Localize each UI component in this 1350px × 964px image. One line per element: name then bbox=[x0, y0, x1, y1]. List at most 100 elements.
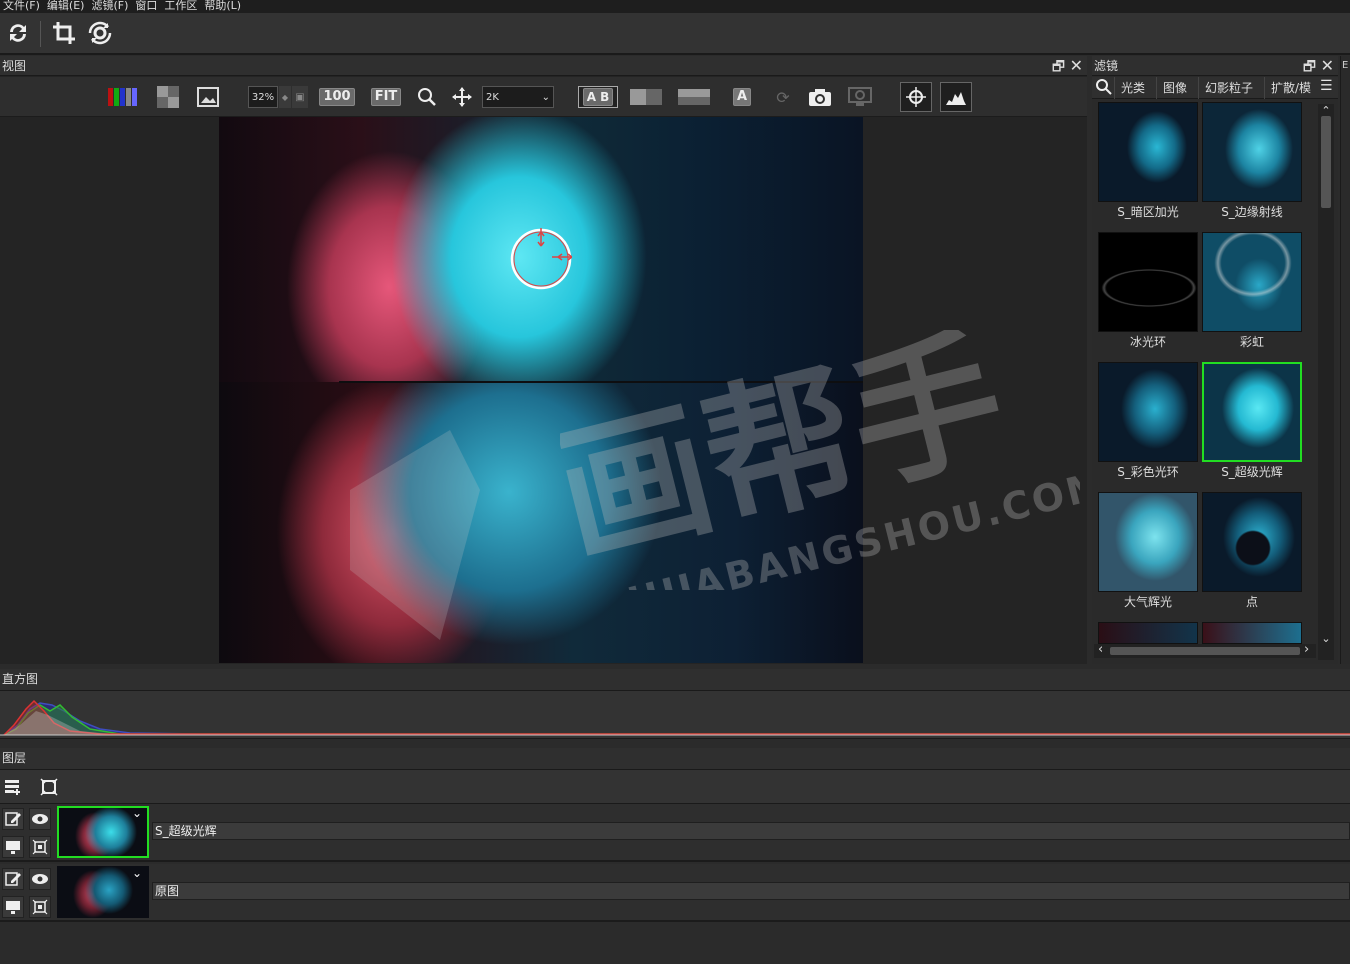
zoom-fit-small-icon[interactable]: ▣ bbox=[292, 86, 308, 108]
filter-label-2: S_边缘射线 bbox=[1221, 205, 1283, 219]
chevron-down-icon[interactable]: ⌄ bbox=[132, 806, 142, 820]
eye-icon[interactable] bbox=[29, 808, 51, 830]
add-layer-icon[interactable] bbox=[4, 778, 22, 800]
chevron-down-icon[interactable]: ⌄ bbox=[132, 866, 142, 880]
filter-thumb-1[interactable] bbox=[1098, 102, 1198, 202]
edit-layer-icon[interactable] bbox=[2, 868, 24, 890]
filter-thumb-4[interactable] bbox=[1202, 232, 1302, 332]
layers-header: 图层 bbox=[0, 748, 1350, 770]
tab-particles[interactable]: 幻影粒子 bbox=[1198, 77, 1264, 99]
tab-diffuse[interactable]: 扩散/模 bbox=[1264, 77, 1318, 99]
eye-icon[interactable] bbox=[29, 868, 51, 890]
zoom-fit-label: FIT bbox=[370, 88, 402, 106]
target-tool-button[interactable] bbox=[900, 82, 932, 112]
menu-help[interactable]: 帮助(L) bbox=[204, 0, 241, 12]
restore-window-icon[interactable]: 🗗 bbox=[1052, 57, 1065, 77]
filter-vertical-scrollbar[interactable]: ⌃ ⌄ bbox=[1318, 104, 1334, 660]
zoom-100-button[interactable]: 100 bbox=[319, 86, 355, 108]
zoom-fit-button[interactable]: FIT bbox=[370, 86, 402, 108]
effect-position-handle[interactable] bbox=[510, 228, 572, 290]
menu-window[interactable]: 窗口 bbox=[135, 0, 157, 12]
crop-icon[interactable] bbox=[50, 19, 78, 47]
histogram-title: 直方图 bbox=[2, 672, 39, 686]
close-icon[interactable]: ✕ bbox=[1070, 56, 1083, 76]
ab-compare-button[interactable]: A B bbox=[578, 86, 618, 108]
filter-label-7: 大气辉光 bbox=[1123, 595, 1172, 609]
image-icon[interactable] bbox=[196, 86, 220, 108]
histogram-graph bbox=[0, 699, 1350, 736]
menu-file[interactable]: 文件(F) bbox=[3, 0, 40, 12]
channels-icon[interactable] bbox=[108, 86, 138, 108]
search-icon[interactable] bbox=[1096, 79, 1112, 98]
filter-thumb-8[interactable] bbox=[1202, 492, 1302, 592]
close-icon[interactable]: ✕ bbox=[1321, 56, 1334, 76]
pan-icon[interactable] bbox=[450, 86, 474, 108]
filter-thumb-6-selected[interactable] bbox=[1202, 362, 1302, 462]
mask-icon[interactable] bbox=[29, 896, 51, 918]
split-vertical-icon[interactable] bbox=[630, 86, 662, 108]
zoom-input[interactable]: 32% bbox=[248, 86, 278, 108]
filter-label-3: 冰光环 bbox=[1129, 335, 1166, 349]
split-divider[interactable] bbox=[339, 381, 863, 383]
menu-edit[interactable]: 编辑(E) bbox=[47, 0, 85, 12]
tab-image[interactable]: 图像 bbox=[1156, 77, 1198, 99]
filter-thumb-9[interactable] bbox=[1098, 622, 1198, 644]
zoom-100-label: 100 bbox=[319, 88, 355, 106]
scroll-up-icon[interactable]: ⌃ bbox=[1318, 104, 1334, 117]
filter-label-1: S_暗区加光 bbox=[1117, 205, 1179, 219]
camera-icon[interactable] bbox=[806, 86, 834, 108]
scroll-thumb[interactable] bbox=[1321, 116, 1331, 208]
mask-icon[interactable] bbox=[29, 836, 51, 858]
main-toolbar bbox=[0, 13, 1350, 55]
filter-panel-title: 滤镜 bbox=[1094, 59, 1119, 73]
fit-layer-icon[interactable] bbox=[40, 778, 58, 800]
filter-tabs: 光类 图像 幻影粒子 扩散/模 ☰ bbox=[1092, 77, 1338, 99]
watermark-logo-icon bbox=[350, 430, 480, 640]
filter-thumb-10[interactable] bbox=[1202, 622, 1302, 644]
zoom-stepper[interactable]: ◆ bbox=[279, 86, 291, 108]
collapsed-panel-edge[interactable]: E bbox=[1340, 56, 1350, 664]
menu-workspace[interactable]: 工作区 bbox=[164, 0, 197, 12]
histogram-header: 直方图 bbox=[0, 669, 1350, 691]
layer-row[interactable]: ⌄ 原图 bbox=[0, 864, 1350, 922]
filter-thumb-5[interactable] bbox=[1098, 362, 1198, 462]
filter-thumb-7[interactable] bbox=[1098, 492, 1198, 592]
layers-empty-area bbox=[0, 922, 1350, 964]
monitor-icon[interactable] bbox=[846, 86, 874, 108]
restore-window-icon[interactable]: 🗗 bbox=[1303, 57, 1316, 77]
display-icon[interactable] bbox=[2, 896, 24, 918]
histogram-icon bbox=[946, 92, 966, 105]
image-canvas[interactable] bbox=[219, 117, 863, 663]
layer-name[interactable]: 原图 bbox=[152, 882, 1350, 900]
display-icon[interactable] bbox=[2, 836, 24, 858]
scroll-left-icon[interactable]: ‹ bbox=[1098, 642, 1103, 657]
refresh-icon[interactable] bbox=[4, 19, 32, 47]
histogram-panel bbox=[0, 691, 1350, 739]
scroll-right-icon[interactable]: › bbox=[1304, 642, 1309, 657]
resolution-select[interactable]: 2K ⌄ bbox=[482, 86, 554, 108]
layer-row[interactable]: ⌄ S_超级光辉 bbox=[0, 804, 1350, 862]
hscroll-thumb[interactable] bbox=[1110, 647, 1300, 655]
filter-horizontal-scrollbar[interactable]: ‹ › bbox=[1094, 642, 1316, 658]
rotate-icon[interactable] bbox=[86, 19, 114, 47]
tab-light[interactable]: 光类 bbox=[1114, 77, 1156, 99]
filter-thumb-3[interactable] bbox=[1098, 232, 1198, 332]
scroll-down-icon[interactable]: ⌄ bbox=[1318, 632, 1334, 645]
layer-name[interactable]: S_超级光辉 bbox=[152, 822, 1350, 840]
split-horizontal-icon[interactable] bbox=[678, 86, 710, 108]
overlay-a-label: A bbox=[732, 88, 752, 106]
magnifier-icon[interactable] bbox=[415, 86, 439, 108]
edit-layer-icon[interactable] bbox=[2, 808, 24, 830]
menu-filter[interactable]: 滤镜(F) bbox=[91, 0, 128, 12]
collapsed-panel-label: E bbox=[1342, 60, 1349, 71]
menu-icon[interactable]: ☰ bbox=[1320, 78, 1333, 94]
filter-thumb-2[interactable] bbox=[1202, 102, 1302, 202]
view-panel-header: 视图 🗗 ✕ bbox=[0, 56, 1087, 76]
swap-icon[interactable]: ⟳ bbox=[772, 86, 794, 108]
filter-panel-header: 滤镜 🗗 ✕ bbox=[1092, 56, 1338, 76]
histogram-toggle-button[interactable] bbox=[940, 82, 972, 112]
overlay-a-button[interactable]: A bbox=[724, 86, 760, 108]
filter-label-6: S_超级光辉 bbox=[1221, 465, 1283, 479]
checker-icon[interactable] bbox=[156, 86, 180, 108]
view-panel-title: 视图 bbox=[2, 59, 27, 73]
